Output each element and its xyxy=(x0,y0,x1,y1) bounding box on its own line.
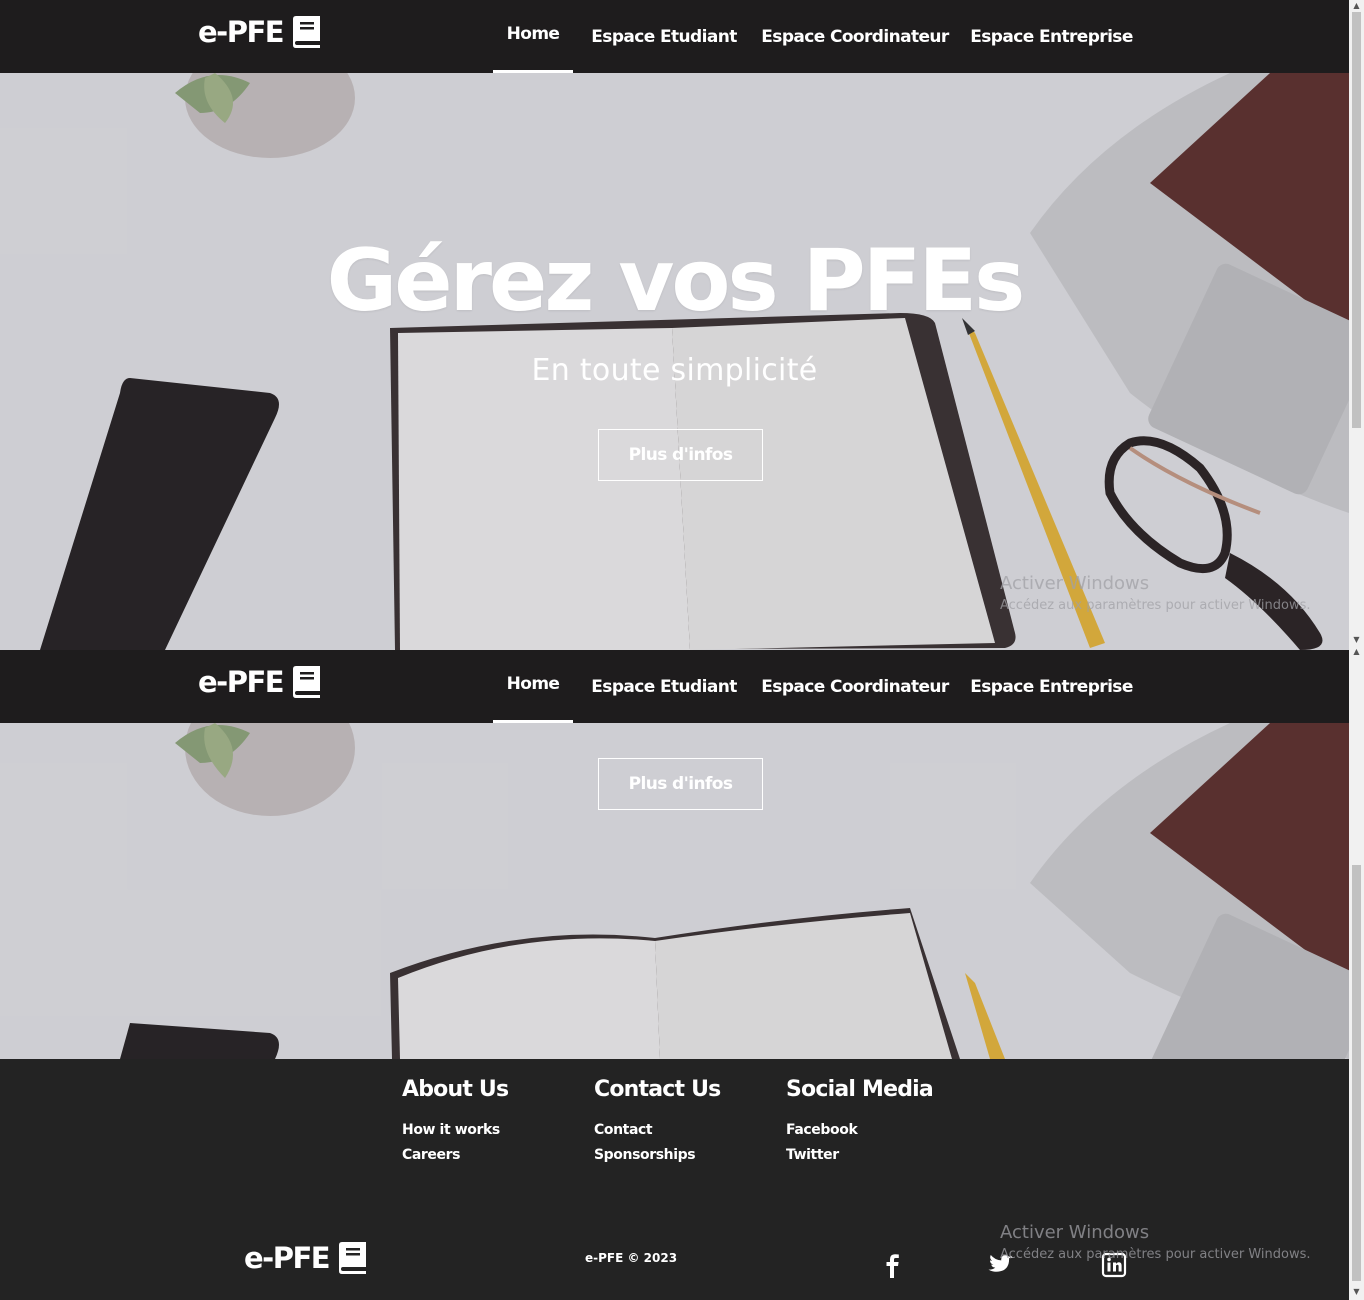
watermark-title: Activer Windows xyxy=(1000,1222,1150,1243)
hero-section: Gérez vos PFEs En toute simplicité Plus … xyxy=(0,73,1349,650)
footer-heading: About Us xyxy=(402,1077,509,1102)
footer-link-careers[interactable]: Careers xyxy=(402,1147,508,1163)
hero-section-scrolled: Plus d'infos xyxy=(0,723,1349,1059)
nav-espace-coordinateur[interactable]: Espace Coordinateur xyxy=(761,0,949,73)
brand-logo[interactable]: e-PFE xyxy=(198,665,321,699)
footer-link-how-it-works[interactable]: How it works xyxy=(402,1122,508,1138)
footer-column-about: About Us How it works Careers xyxy=(402,1077,509,1172)
hero-title: Gérez vos PFEs xyxy=(326,231,1026,331)
brand-logo[interactable]: e-PFE xyxy=(198,15,321,49)
book-icon xyxy=(293,666,321,698)
scroll-down-arrow[interactable]: ▼ xyxy=(1352,1288,1361,1296)
facebook-icon[interactable] xyxy=(879,1252,905,1278)
brand-name: e-PFE xyxy=(198,15,285,49)
footer-heading: Contact Us xyxy=(594,1077,721,1102)
top-navbar: e-PFE Home Espace Etudiant Espace Coordi… xyxy=(0,0,1349,73)
windows-activation-watermark: Activer Windows Accédez aux paramètres p… xyxy=(1000,573,1311,613)
brand-name: e-PFE xyxy=(244,1241,331,1275)
windows-activation-watermark: Activer Windows Accédez aux paramètres p… xyxy=(1000,1222,1311,1262)
brand-name: e-PFE xyxy=(198,665,285,699)
more-info-button[interactable]: Plus d'infos xyxy=(598,758,763,810)
more-info-button[interactable]: Plus d'infos xyxy=(598,429,763,481)
footer-link-contact[interactable]: Contact xyxy=(594,1122,720,1138)
nav-espace-entreprise[interactable]: Espace Entreprise xyxy=(970,650,1133,723)
copyright-text: e-PFE © 2023 xyxy=(585,1251,678,1265)
watermark-text: Accédez aux paramètres pour activer Wind… xyxy=(1000,598,1311,613)
sticky-navbar: e-PFE Home Espace Etudiant Espace Coordi… xyxy=(0,650,1349,723)
nav-espace-entreprise[interactable]: Espace Entreprise xyxy=(970,0,1133,73)
footer-link-twitter[interactable]: Twitter xyxy=(786,1147,933,1163)
nav-espace-etudiant[interactable]: Espace Etudiant xyxy=(591,650,737,723)
footer-column-contact: Contact Us Contact Sponsorships xyxy=(594,1077,721,1172)
nav-espace-coordinateur[interactable]: Espace Coordinateur xyxy=(761,650,949,723)
scroll-down-arrow[interactable]: ▼ xyxy=(1352,636,1361,644)
scroll-up-arrow[interactable]: ▲ xyxy=(1352,2,1361,10)
nav-home[interactable]: Home xyxy=(493,650,573,723)
footer: About Us How it works Careers Contact Us… xyxy=(0,1059,1349,1300)
page-scrollbar[interactable]: ▲ ▼ ▲ ▼ xyxy=(1349,0,1364,1300)
scrollbar-thumb-top[interactable] xyxy=(1352,12,1361,428)
footer-brand-logo[interactable]: e-PFE xyxy=(244,1241,367,1275)
book-icon xyxy=(293,16,321,48)
watermark-title: Activer Windows xyxy=(1000,573,1150,594)
footer-column-social: Social Media Facebook Twitter xyxy=(786,1077,934,1172)
footer-link-facebook[interactable]: Facebook xyxy=(786,1122,933,1138)
scrollbar-thumb[interactable] xyxy=(1352,865,1361,1281)
scroll-up-arrow[interactable]: ▲ xyxy=(1352,648,1361,656)
book-icon xyxy=(339,1242,367,1274)
hero-subtitle: En toute simplicité xyxy=(531,353,818,388)
footer-heading: Social Media xyxy=(786,1077,934,1102)
watermark-text: Accédez aux paramètres pour activer Wind… xyxy=(1000,1247,1311,1262)
footer-link-sponsorships[interactable]: Sponsorships xyxy=(594,1147,720,1163)
nav-home[interactable]: Home xyxy=(493,0,573,73)
nav-espace-etudiant[interactable]: Espace Etudiant xyxy=(591,0,737,73)
